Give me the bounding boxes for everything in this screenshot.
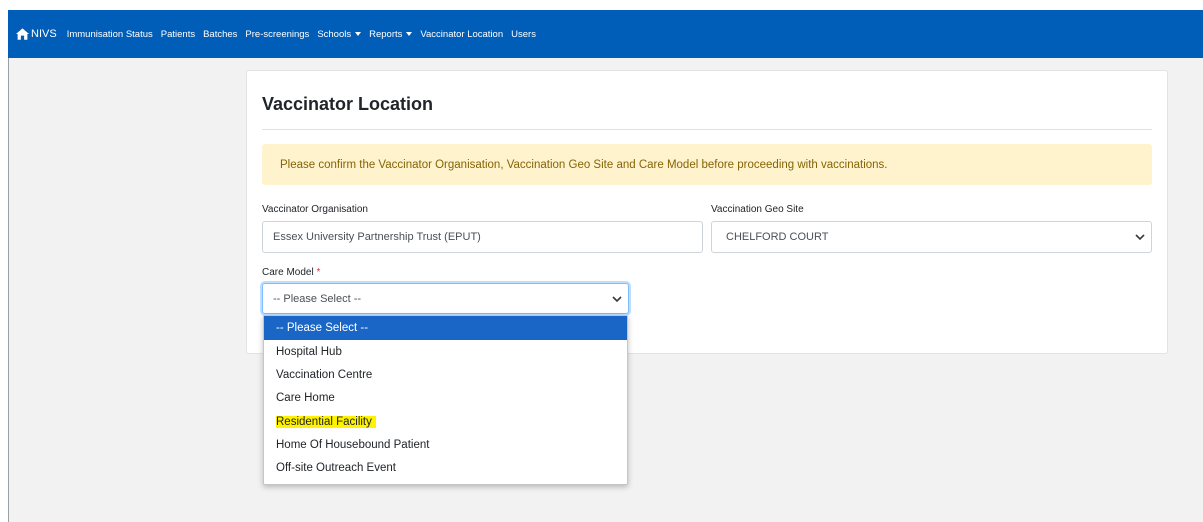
nav-label: Reports — [369, 28, 403, 40]
nav-label: Patients — [160, 28, 196, 40]
nav-reports[interactable]: Reports — [369, 28, 413, 40]
nav-schools[interactable]: Schools — [317, 28, 362, 40]
nav-label: Immunisation Status — [66, 28, 153, 40]
option-vaccination-centre[interactable]: Vaccination Centre — [264, 363, 627, 386]
care-model-dropdown-list: -- Please Select -- Hospital Hub Vaccina… — [263, 315, 628, 485]
option-care-home[interactable]: Care Home — [264, 387, 627, 410]
chevron-down-icon — [612, 296, 622, 303]
nav-batches[interactable]: Batches — [203, 29, 237, 40]
nav-label: Users — [511, 28, 536, 40]
option-please-select[interactable]: -- Please Select -- — [264, 316, 627, 340]
care-model-label: Care Model * — [262, 267, 320, 278]
nav-label: Pre-screenings — [245, 28, 310, 40]
care-model-value: -- Please Select -- — [273, 292, 362, 305]
option-label: -- Please Select -- — [276, 322, 369, 334]
chevron-down-icon — [1135, 234, 1145, 241]
warning-alert: Please confirm the Vaccinator Organisati… — [262, 144, 1152, 185]
option-label: Hospital Hub — [276, 345, 342, 358]
nav-pre-screenings[interactable]: Pre-screenings — [245, 29, 309, 40]
caret-down-icon — [406, 32, 413, 36]
geo-site-select[interactable]: CHELFORD COURT — [711, 221, 1152, 253]
option-label-highlighted: Residential Facility — [276, 415, 376, 428]
nav-immunisation-status[interactable]: Immunisation Status — [67, 29, 153, 40]
organisation-label: Vaccinator Organisation — [262, 204, 368, 215]
option-off-site-outreach-event[interactable]: Off-site Outreach Event — [264, 456, 627, 479]
nav-label: Batches — [203, 28, 238, 40]
option-label: Off-site Outreach Event — [276, 462, 396, 475]
home-icon — [16, 28, 29, 40]
nav-vaccinator-location[interactable]: Vaccinator Location — [420, 29, 503, 40]
geo-site-label: Vaccination Geo Site — [711, 204, 804, 215]
care-model-label-text: Care Model — [262, 267, 314, 278]
care-model-select[interactable]: -- Please Select -- — [262, 283, 629, 314]
alert-text: Please confirm the Vaccinator Organisati… — [280, 158, 888, 171]
required-mark: * — [316, 267, 321, 278]
nav-label: Vaccinator Location — [420, 28, 504, 40]
nav-patients[interactable]: Patients — [161, 29, 195, 40]
option-hospital-hub[interactable]: Hospital Hub — [264, 340, 627, 363]
option-residential-facility[interactable]: Residential Facility — [264, 410, 627, 433]
organisation-value: Essex University Partnership Trust (EPUT… — [273, 231, 481, 243]
top-navbar: NIVS Immunisation Status Patients Batche… — [8, 10, 1203, 58]
title-divider — [262, 129, 1152, 130]
nav-users[interactable]: Users — [511, 29, 536, 40]
option-label: Care Home — [276, 392, 335, 405]
geo-site-value: CHELFORD COURT — [726, 231, 829, 243]
organisation-field[interactable]: Essex University Partnership Trust (EPUT… — [262, 221, 703, 253]
option-label: Home Of Housebound Patient — [276, 438, 430, 451]
nav-label: Schools — [317, 28, 352, 40]
page-title: Vaccinator Location — [262, 94, 434, 114]
option-label: Vaccination Centre — [276, 368, 373, 381]
brand-link[interactable]: NIVS — [16, 28, 57, 40]
option-home-of-housebound-patient[interactable]: Home Of Housebound Patient — [264, 433, 627, 456]
caret-down-icon — [355, 32, 362, 36]
brand-label: NIVS — [31, 28, 57, 40]
